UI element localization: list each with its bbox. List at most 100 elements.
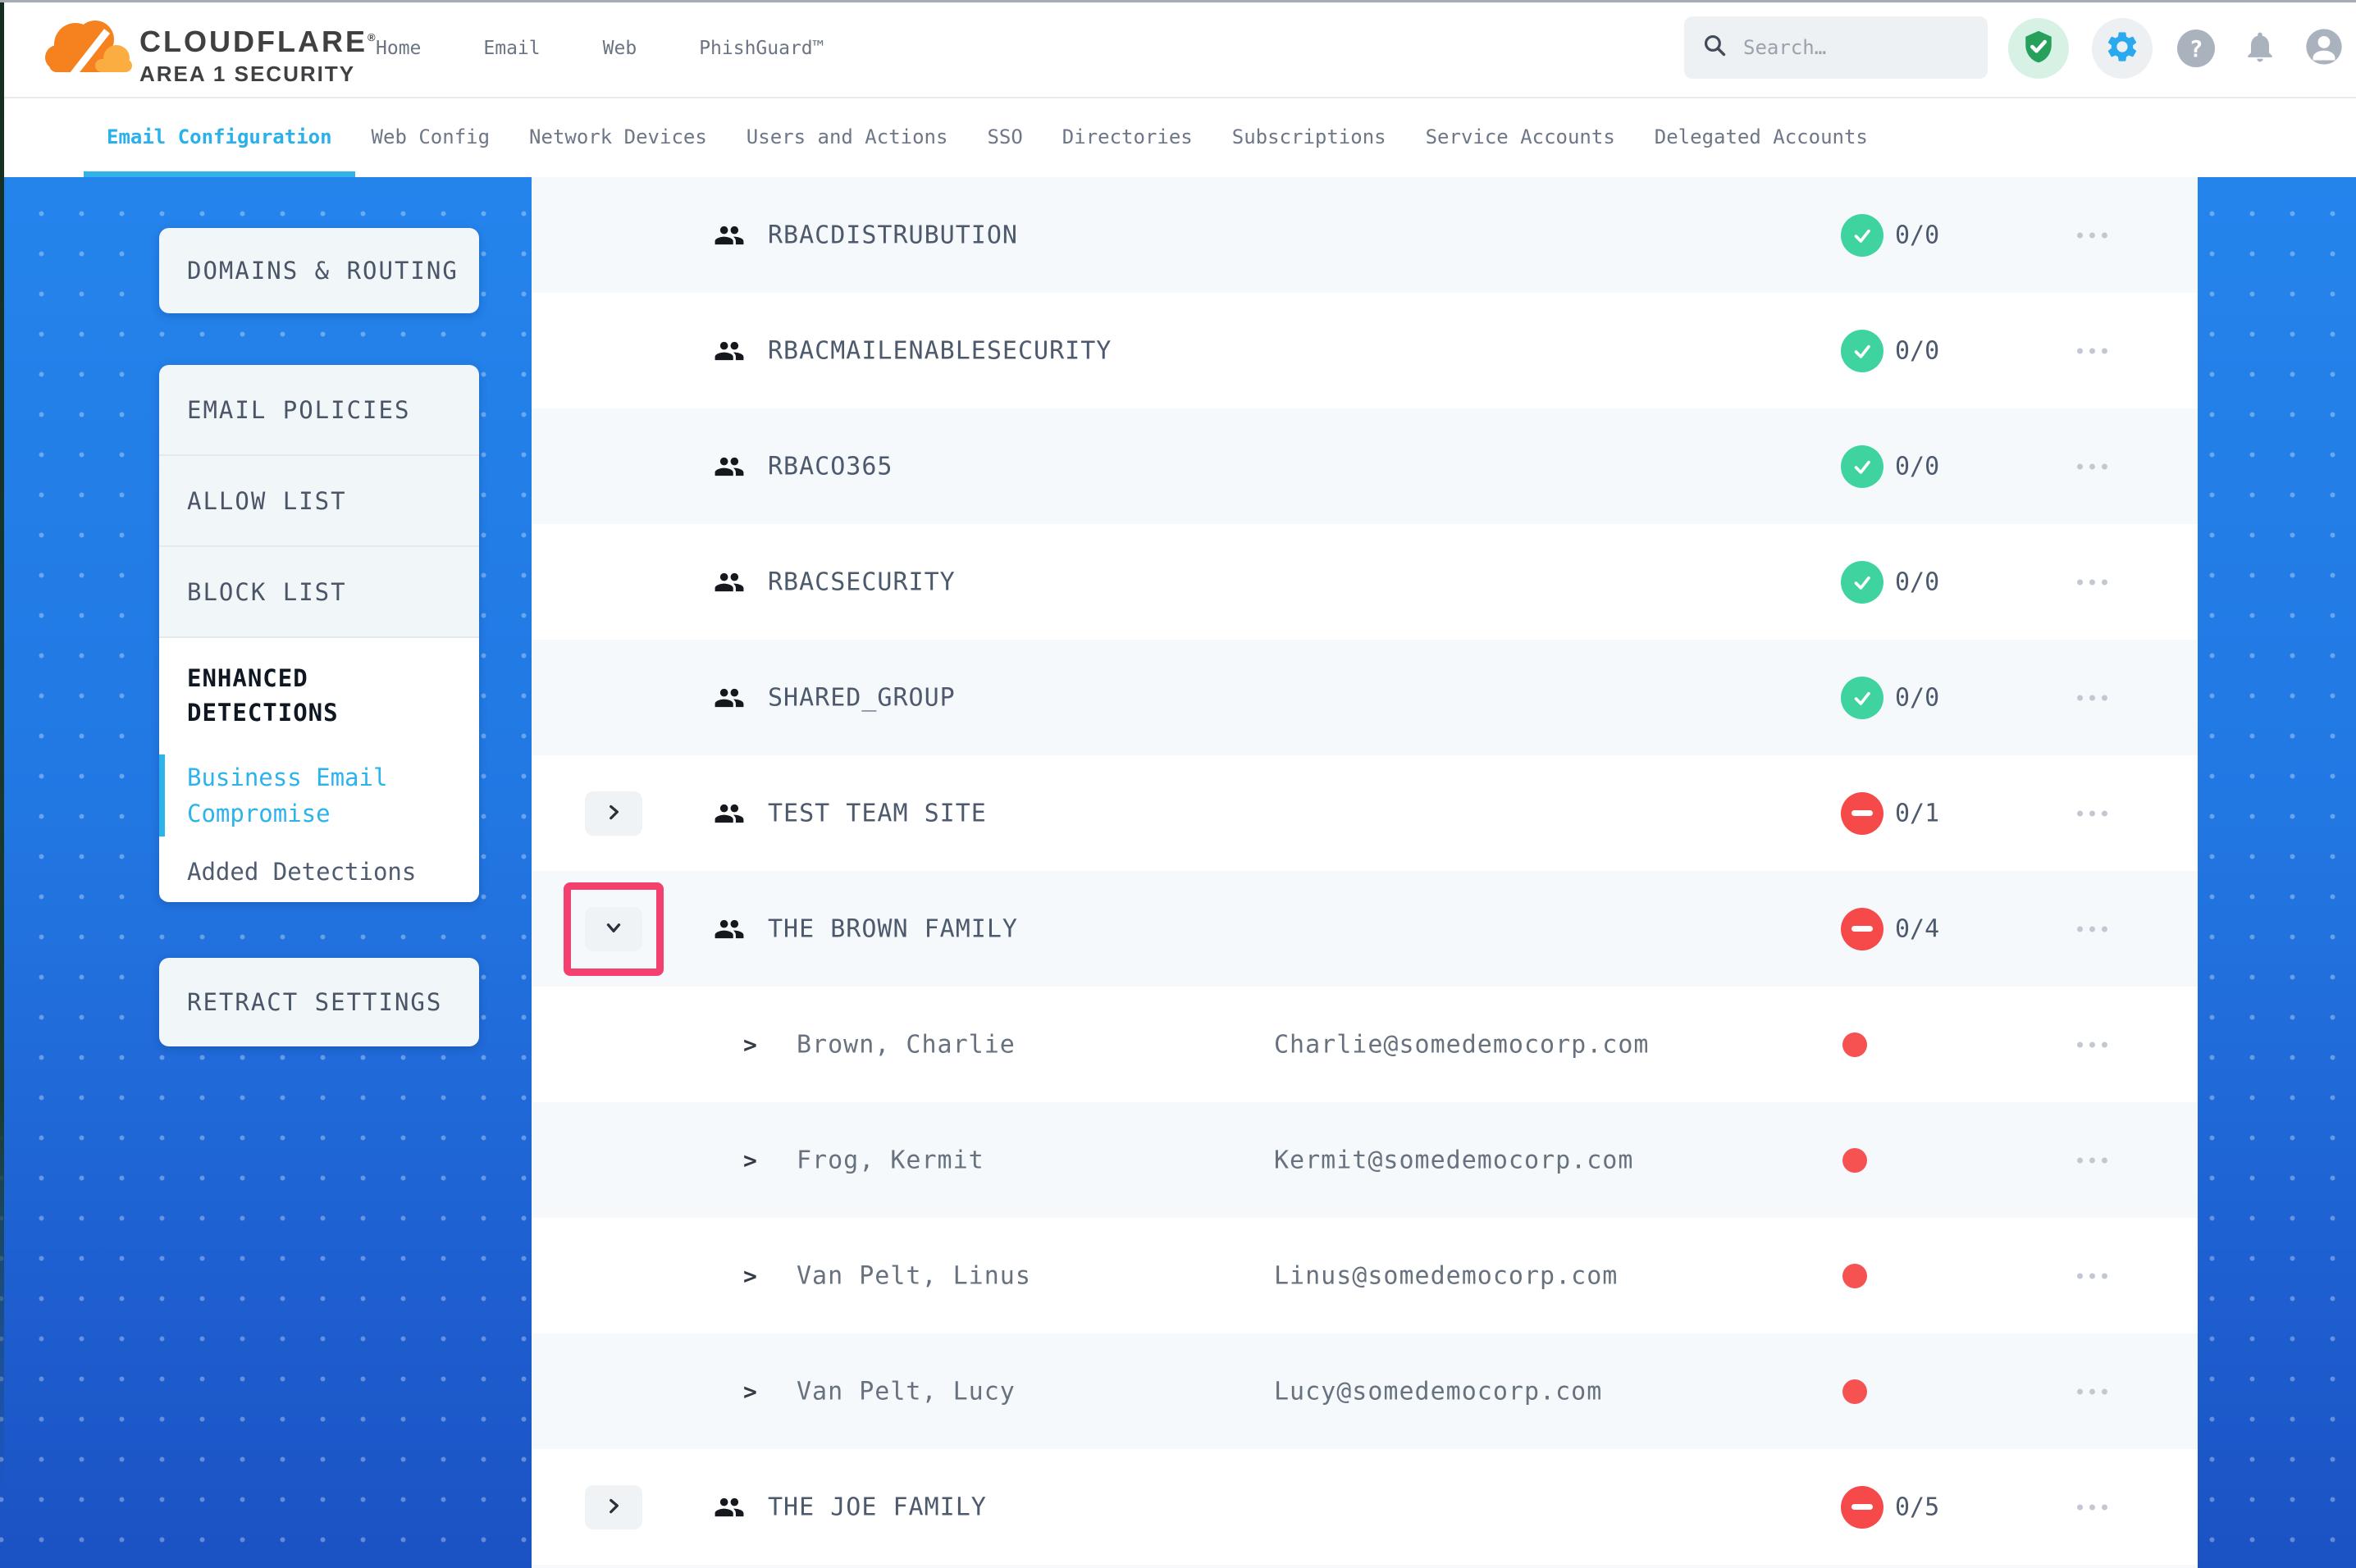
group-people-icon [714,682,745,713]
status-badge-blocked [1841,908,1883,950]
member-email: Lucy@somedemocorp.com [1274,1377,1602,1406]
group-people-icon [714,914,745,945]
group-people-icon [714,798,745,829]
account-button[interactable] [2303,18,2345,79]
tab-subscriptions[interactable]: Subscriptions [1232,97,1386,177]
member-count: 0/5 [1895,1493,1939,1521]
sidebar-item-domains-routing[interactable]: DOMAINS & ROUTING [159,228,479,313]
brand-text: CLOUDFLARE® AREA 1 SECURITY [139,21,378,87]
member-name: Frog, Kermit [797,1146,984,1174]
group-row: RBACO3650/0 [532,408,2198,524]
security-shield-button[interactable] [2008,18,2069,79]
tab-web-config[interactable]: Web Config [372,97,491,177]
member-chevron-marker: > [743,1262,757,1289]
member-row: > Van Pelt, Lucy Lucy@somedemocorp.com [532,1333,2198,1449]
member-email: Linus@somedemocorp.com [1274,1261,1618,1290]
sidebar-item-block-list[interactable]: BLOCK LIST [159,547,479,638]
block-list-label: BLOCK LIST [159,578,347,606]
status-badge-blocked [1841,792,1883,835]
sidebar-item-allow-list[interactable]: ALLOW LIST [159,456,479,547]
group-people-icon [714,451,745,482]
row-menu-button[interactable] [2074,1265,2111,1287]
row-menu-button[interactable] [2074,686,2111,709]
row-menu-button[interactable] [2074,224,2111,246]
search-input[interactable] [1742,35,1981,60]
sidebar-item-business-email-compromise[interactable]: Business Email Compromise [159,754,453,836]
bec-label: Business Email Compromise [187,759,405,832]
settings-button[interactable] [2092,18,2153,79]
member-name: Van Pelt, Lucy [797,1377,1016,1406]
enhanced-detections-header: ENHANCED DETECTIONS [187,661,409,730]
status-badge-blocked [1841,1486,1883,1529]
tab-directories[interactable]: Directories [1062,97,1193,177]
nav-item-web[interactable]: Web [603,38,637,59]
row-menu-button[interactable] [2074,571,2111,593]
group-name: SHARED_GROUP [768,683,956,712]
help-button[interactable]: ? [2176,18,2217,79]
member-count: 0/4 [1895,914,1939,943]
area1-dashboard: { "header": { "brand": { "name": "CLOUDF… [0,0,2356,1568]
member-status-dot [1842,1264,1867,1288]
tab-network-devices[interactable]: Network Devices [529,97,707,177]
group-people-icon [714,220,745,251]
added-detections-label: Added Detections [187,858,416,886]
row-menu-button[interactable] [2074,802,2111,824]
expander-area [585,791,642,836]
window-left-edge [0,0,4,1568]
search-box[interactable] [1684,16,1988,79]
minus-icon [1851,926,1873,932]
groups-table: RBACDISTRUBUTION0/0RBACMAILENABLESECURIT… [532,177,2198,1568]
row-menu-button[interactable] [2074,1496,2111,1518]
member-status-dot [1842,1148,1867,1173]
tab-users-and-actions[interactable]: Users and Actions [747,97,948,177]
row-menu-button[interactable] [2074,340,2111,362]
question-mark-icon: ? [2177,30,2215,67]
enhanced-detections-section: ENHANCED DETECTIONS Business Email Compr… [159,638,479,902]
row-menu-button[interactable] [2074,1149,2111,1171]
member-name: Brown, Charlie [797,1030,1016,1059]
sidebar-domains-label: DOMAINS & ROUTING [159,257,459,285]
window-top-edge [0,0,2356,2]
group-row: TEST TEAM SITE 0/1 [532,755,2198,871]
member-chevron-marker: > [743,1146,757,1174]
member-name: Van Pelt, Linus [797,1261,1031,1290]
group-people-icon [714,1492,745,1523]
group-row: THE BROWN FAMILY 0/4 [532,871,2198,987]
tab-sso[interactable]: SSO [987,97,1022,177]
group-name: THE BROWN FAMILY [768,914,1018,943]
tab-service-accounts[interactable]: Service Accounts [1426,97,1615,177]
tab-delegated-accounts[interactable]: Delegated Accounts [1655,97,1868,177]
tab-email-configuration[interactable]: Email Configuration [107,97,332,177]
member-row: >Brown, CharlieCharlie@somedemocorp.com [532,987,2198,1102]
nav-item-phishguard[interactable]: PhishGuard™ [699,38,824,59]
sidebar-item-added-detections[interactable]: Added Detections [187,858,453,886]
member-count: 0/0 [1895,336,1939,365]
sidebar-item-retract-settings[interactable]: RETRACT SETTINGS [159,958,479,1046]
nav-item-home[interactable]: Home [376,38,421,59]
group-name: RBACMAILENABLESECURITY [768,336,1112,365]
brand-subtitle: AREA 1 SECURITY [139,62,378,87]
status-badge-pass [1841,445,1883,488]
search-icon [1702,33,1728,62]
top-header: CLOUDFLARE® AREA 1 SECURITY Home Email Web… [0,0,2356,98]
top-navigation: Home Email Web PhishGuard™ [376,0,824,97]
row-menu-button[interactable] [2074,1380,2111,1402]
notifications-button[interactable] [2240,18,2281,79]
group-people-icon [714,335,745,367]
group-name: TEST TEAM SITE [768,799,987,827]
sidebar-item-email-policies[interactable]: EMAIL POLICIES [159,365,479,456]
gear-icon [2104,29,2140,68]
expand-group-button[interactable] [585,791,642,836]
group-name: RBACSECURITY [768,567,956,596]
member-chevron-marker: > [743,1378,757,1405]
member-count: 0/1 [1895,799,1939,827]
nav-item-email[interactable]: Email [483,38,540,59]
row-menu-button[interactable] [2074,1033,2111,1055]
member-status-dot [1842,1032,1867,1057]
row-menu-button[interactable] [2074,918,2111,940]
expand-group-button[interactable] [585,1485,642,1529]
status-badge-pass [1841,330,1883,372]
group-name: THE JOE FAMILY [768,1493,987,1521]
row-menu-button[interactable] [2074,455,2111,477]
minus-icon [1851,1504,1873,1510]
